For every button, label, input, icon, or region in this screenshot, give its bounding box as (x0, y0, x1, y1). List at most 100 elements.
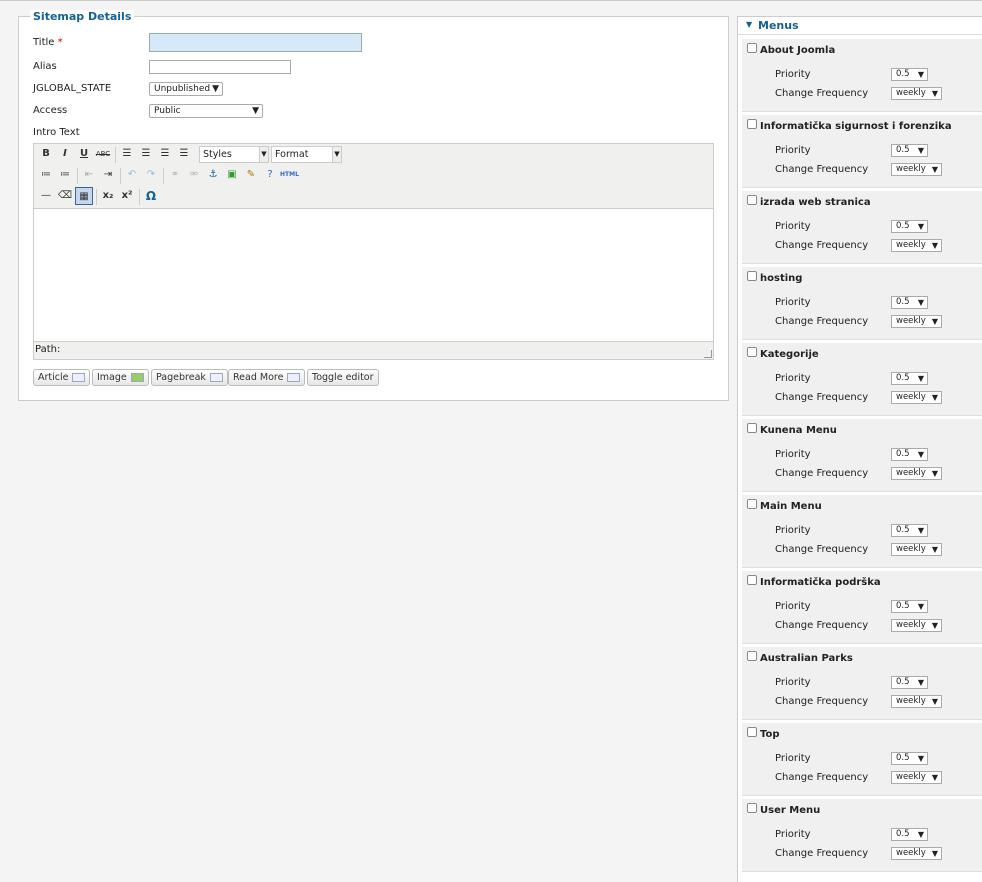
change-frequency-select[interactable]: weekly ▼ (891, 771, 942, 784)
help-icon[interactable]: ? (261, 166, 279, 184)
chevron-down-icon: ▼ (917, 70, 924, 79)
image-icon[interactable]: ▣ (223, 166, 241, 184)
access-select[interactable]: Public ▼ (149, 104, 263, 118)
priority-select[interactable]: 0.5 ▼ (891, 752, 928, 765)
chevron-down-icon: ▼ (917, 754, 924, 763)
article-button-label: Article (38, 372, 69, 383)
menu-checkbox[interactable] (747, 347, 757, 357)
priority-value: 0.5 (896, 753, 910, 763)
superscript-icon[interactable]: x² (118, 187, 136, 205)
align-left-icon[interactable]: ☰ (118, 145, 136, 163)
numbered-list-icon[interactable]: ≔ (56, 166, 74, 184)
chevron-down-icon: ▼ (917, 146, 924, 155)
frequency-value: weekly (896, 164, 926, 174)
priority-value: 0.5 (896, 145, 910, 155)
menu-checkbox[interactable] (747, 651, 757, 661)
change-frequency-select[interactable]: weekly ▼ (891, 163, 942, 176)
chevron-down-icon: ▼ (931, 393, 938, 402)
menu-checkbox[interactable] (747, 803, 757, 813)
chevron-down-icon: ▼ (931, 241, 938, 250)
chevron-down-icon: ▼ (917, 298, 924, 307)
indent-icon[interactable]: ⇥ (99, 166, 117, 184)
priority-select[interactable]: 0.5 ▼ (891, 68, 928, 81)
styles-dropdown[interactable]: Styles ▼ (199, 146, 269, 163)
italic-button[interactable]: I (56, 145, 74, 163)
menu-checkbox[interactable] (747, 119, 757, 129)
image-button[interactable]: Image (92, 369, 149, 386)
bullet-list-icon[interactable]: ≔ (37, 166, 55, 184)
align-justify-icon[interactable]: ☰ (175, 145, 193, 163)
format-dropdown[interactable]: Format ▼ (271, 146, 342, 163)
menu-checkbox[interactable] (747, 195, 757, 205)
redo-icon[interactable]: ↷ (142, 166, 160, 184)
cleanup-icon[interactable]: ✎ (242, 166, 260, 184)
priority-select[interactable]: 0.5 ▼ (891, 600, 928, 613)
html-icon[interactable]: HTML (280, 166, 299, 184)
priority-select[interactable]: 0.5 ▼ (891, 144, 928, 157)
change-frequency-label: Change Frequency (775, 544, 869, 555)
outdent-icon[interactable]: ⇤ (80, 166, 98, 184)
editor-content-area[interactable] (34, 208, 713, 342)
toggle-editor-button[interactable]: Toggle editor (307, 369, 379, 386)
priority-select[interactable]: 0.5 ▼ (891, 828, 928, 841)
underline-button[interactable]: U (75, 145, 93, 163)
change-frequency-select[interactable]: weekly ▼ (891, 695, 942, 708)
priority-select[interactable]: 0.5 ▼ (891, 372, 928, 385)
priority-select[interactable]: 0.5 ▼ (891, 220, 928, 233)
menu-item: Kategorije Priority 0.5 ▼ Change Frequency we… (742, 343, 982, 416)
change-frequency-select[interactable]: weekly ▼ (891, 239, 942, 252)
resize-handle[interactable] (704, 350, 712, 358)
link-icon[interactable]: ⚭ (166, 166, 184, 184)
menu-checkbox[interactable] (747, 727, 757, 737)
priority-label: Priority (775, 525, 811, 536)
toolbar-separator (139, 189, 140, 205)
strikethrough-button[interactable]: ABC (94, 145, 112, 163)
visual-aid-icon[interactable]: ▦ (75, 187, 93, 205)
title-label: Title * (33, 36, 63, 50)
priority-select[interactable]: 0.5 ▼ (891, 676, 928, 689)
priority-select[interactable]: 0.5 ▼ (891, 296, 928, 309)
special-character-icon[interactable]: Ω (142, 187, 160, 205)
priority-value: 0.5 (896, 449, 910, 459)
chevron-down-icon: ▼ (931, 621, 938, 630)
anchor-icon[interactable]: ⚓ (204, 166, 222, 184)
align-right-icon[interactable]: ☰ (156, 145, 174, 163)
menu-checkbox[interactable] (747, 499, 757, 509)
title-input[interactable] (149, 33, 362, 52)
remove-format-icon[interactable]: ⌫ (56, 187, 74, 205)
menu-item-name: Informatička podrška (760, 577, 881, 588)
chevron-down-icon: ▼ (931, 697, 938, 706)
priority-select[interactable]: 0.5 ▼ (891, 448, 928, 461)
priority-select[interactable]: 0.5 ▼ (891, 524, 928, 537)
change-frequency-select[interactable]: weekly ▼ (891, 467, 942, 480)
menu-checkbox[interactable] (747, 271, 757, 281)
state-select[interactable]: Unpublished ▼ (149, 82, 223, 96)
alias-input[interactable] (149, 60, 291, 74)
align-center-icon[interactable]: ☰ (137, 145, 155, 163)
bold-button[interactable]: B (37, 145, 55, 163)
subscript-icon[interactable]: x₂ (99, 187, 117, 205)
change-frequency-select[interactable]: weekly ▼ (891, 543, 942, 556)
change-frequency-select[interactable]: weekly ▼ (891, 315, 942, 328)
menu-checkbox[interactable] (747, 575, 757, 585)
priority-value: 0.5 (896, 829, 910, 839)
change-frequency-select[interactable]: weekly ▼ (891, 619, 942, 632)
state-label: JGLOBAL_STATE (33, 83, 112, 94)
horizontal-rule-icon[interactable]: — (37, 187, 55, 205)
menu-checkbox[interactable] (747, 423, 757, 433)
change-frequency-select[interactable]: weekly ▼ (891, 847, 942, 860)
article-button[interactable]: Article (33, 369, 91, 386)
chevron-down-icon: ▼ (931, 317, 938, 326)
change-frequency-select[interactable]: weekly ▼ (891, 87, 942, 100)
read-more-button[interactable]: Read More (228, 369, 306, 386)
pagebreak-button[interactable]: Pagebreak (151, 369, 228, 386)
chevron-down-icon: ▼ (332, 147, 341, 162)
menus-panel-header[interactable]: ▼ Menus (738, 17, 982, 35)
unlink-icon[interactable]: ⚮ (185, 166, 203, 184)
menu-checkbox[interactable] (747, 43, 757, 53)
change-frequency-select[interactable]: weekly ▼ (891, 391, 942, 404)
undo-icon[interactable]: ↶ (123, 166, 141, 184)
chevron-down-icon: ▼ (931, 545, 938, 554)
chevron-down-icon: ▼ (259, 147, 268, 162)
intro-text-label: Intro Text (33, 127, 80, 138)
